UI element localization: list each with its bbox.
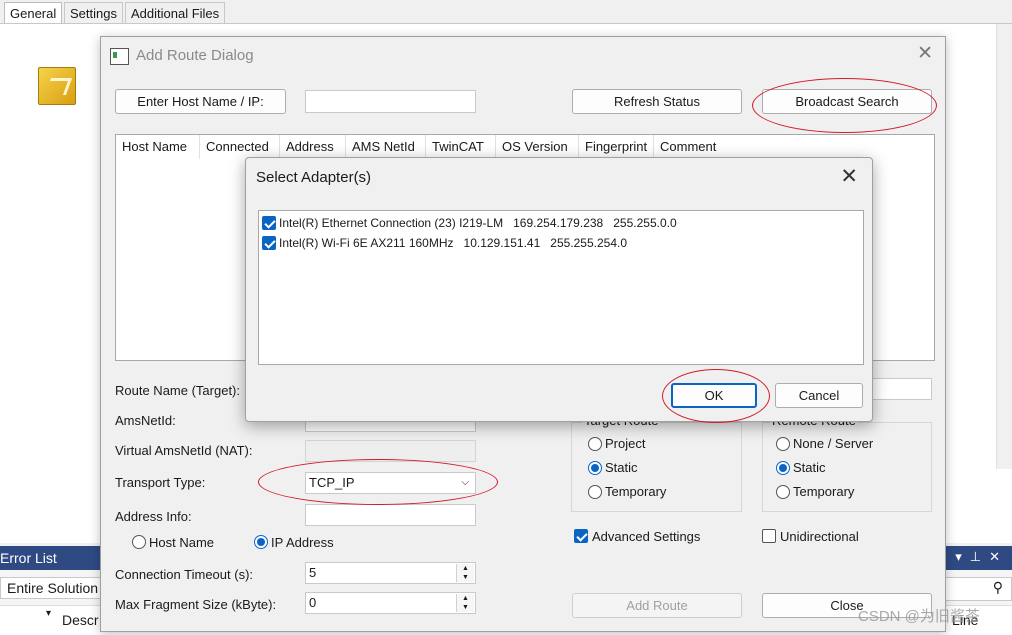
ip-address-radio-label[interactable]: IP Address (271, 535, 334, 550)
remote-static-label[interactable]: Static (793, 460, 826, 475)
spin-down-icon[interactable]: ▼ (456, 573, 474, 582)
adapter-ip: 169.254.179.238 (513, 216, 604, 230)
spin-up-icon[interactable]: ▲ (456, 594, 474, 603)
refresh-status-button[interactable]: Refresh Status (572, 89, 742, 114)
adapter-row[interactable]: Intel(R) Ethernet Connection (23) I219-L… (262, 213, 677, 233)
virtual-amsnetid-input (305, 440, 476, 462)
col-os-version[interactable]: OS Version (496, 135, 579, 159)
col-comment[interactable]: Comment (654, 135, 734, 159)
ide-tab-strip: General Settings Additional Files (0, 0, 1012, 25)
max-fragment-label: Max Fragment Size (kByte): (115, 597, 277, 612)
column-description[interactable]: Descr (62, 612, 99, 628)
col-twincat[interactable]: TwinCAT (426, 135, 496, 159)
spin-up-icon[interactable]: ▲ (456, 564, 474, 573)
advanced-settings-checkbox[interactable] (574, 529, 588, 543)
target-temporary-label[interactable]: Temporary (605, 484, 666, 499)
route-name-label: Route Name (Target): (115, 383, 240, 398)
adapter-ip: 10.129.151.41 (463, 236, 541, 250)
col-address[interactable]: Address (280, 135, 346, 159)
connection-timeout-label: Connection Timeout (s): (115, 567, 254, 582)
transport-type-label: Transport Type: (115, 475, 206, 490)
select-adapter-title: Select Adapter(s) (256, 169, 372, 186)
tab-general[interactable]: General (4, 2, 63, 25)
broadcast-search-button[interactable]: Broadcast Search (762, 89, 932, 114)
ip-address-radio[interactable] (254, 535, 268, 549)
unidirectional-label[interactable]: Unidirectional (780, 529, 859, 544)
adapter-mask: 255.255.254.0 (550, 236, 628, 250)
target-static-radio[interactable] (588, 461, 602, 475)
adapter-list[interactable]: Intel(R) Ethernet Connection (23) I219-L… (258, 210, 864, 365)
adapter-name: Intel(R) Wi-Fi 6E AX211 160MHz (279, 236, 454, 250)
col-fingerprint[interactable]: Fingerprint (579, 135, 654, 159)
max-fragment-value: 0 (309, 595, 317, 610)
max-fragment-spinner[interactable]: 0 ▲ ▼ (305, 592, 476, 614)
remote-temporary-label[interactable]: Temporary (793, 484, 854, 499)
spin-down-icon[interactable]: ▼ (456, 603, 474, 612)
cancel-button[interactable]: Cancel (775, 383, 863, 408)
tab-settings[interactable]: Settings (64, 2, 123, 25)
adapter-checkbox[interactable] (262, 235, 276, 250)
search-icon: ⚲ (992, 579, 1003, 595)
target-static-label[interactable]: Static (605, 460, 638, 475)
transport-type-value: TCP_IP (309, 475, 355, 490)
add-route-button[interactable]: Add Route (572, 593, 742, 618)
target-temporary-radio[interactable] (588, 485, 602, 499)
host-name-radio[interactable] (132, 535, 146, 549)
host-ip-input[interactable] (305, 90, 476, 113)
error-list-title: Error List (0, 550, 57, 566)
remote-static-radio[interactable] (776, 461, 790, 475)
target-project-radio[interactable] (588, 437, 602, 451)
adapter-row[interactable]: Intel(R) Wi-Fi 6E AX211 160MHz 10.129.15… (262, 233, 627, 253)
address-info-input[interactable] (305, 504, 476, 526)
dialog-app-icon (110, 48, 129, 65)
error-list-window-buttons[interactable]: ▾⊥✕ (955, 549, 1008, 565)
connection-timeout-value: 5 (309, 565, 317, 580)
sort-icon: ▾ (46, 608, 52, 619)
close-icon[interactable]: ✕ (917, 42, 933, 65)
enter-host-button[interactable]: Enter Host Name / IP: (115, 89, 286, 114)
amsnetid-label: AmsNetId: (115, 413, 176, 428)
col-ams-netid[interactable]: AMS NetId (346, 135, 426, 159)
close-icon[interactable]: ✕ (840, 164, 858, 189)
host-name-radio-label[interactable]: Host Name (149, 535, 214, 550)
twincat-project-icon (38, 67, 76, 105)
unidirectional-checkbox[interactable] (762, 529, 776, 543)
error-search-box[interactable]: ⚲ (945, 577, 1012, 601)
col-host-name[interactable]: Host Name (116, 135, 200, 159)
connection-timeout-spinner[interactable]: 5 ▲ ▼ (305, 562, 476, 584)
col-connected[interactable]: Connected (200, 135, 280, 159)
dialog-title: Add Route Dialog (136, 47, 254, 64)
chevron-down-icon: ⌵ (461, 477, 469, 488)
remote-none-radio[interactable] (776, 437, 790, 451)
adapter-name: Intel(R) Ethernet Connection (23) I219-L… (279, 216, 504, 230)
address-info-label: Address Info: (115, 509, 192, 524)
select-adapter-dialog: Select Adapter(s) ✕ Intel(R) Ethernet Co… (245, 157, 873, 422)
ide-scrollbar[interactable] (996, 24, 1012, 469)
watermark: CSDN @为旧酱茶 (858, 608, 980, 625)
remote-temporary-radio[interactable] (776, 485, 790, 499)
adapter-mask: 255.255.0.0 (613, 216, 677, 230)
advanced-settings-label[interactable]: Advanced Settings (592, 529, 700, 544)
target-project-label[interactable]: Project (605, 436, 645, 451)
remote-none-label[interactable]: None / Server (793, 436, 873, 451)
virtual-amsnetid-label: Virtual AmsNetId (NAT): (115, 443, 253, 458)
tab-additional-files[interactable]: Additional Files (125, 2, 226, 25)
error-scope-dropdown[interactable]: Entire Solution (0, 577, 102, 599)
ok-button[interactable]: OK (671, 383, 757, 408)
transport-type-select[interactable]: TCP_IP ⌵ (305, 472, 476, 494)
adapter-checkbox[interactable] (262, 215, 276, 230)
